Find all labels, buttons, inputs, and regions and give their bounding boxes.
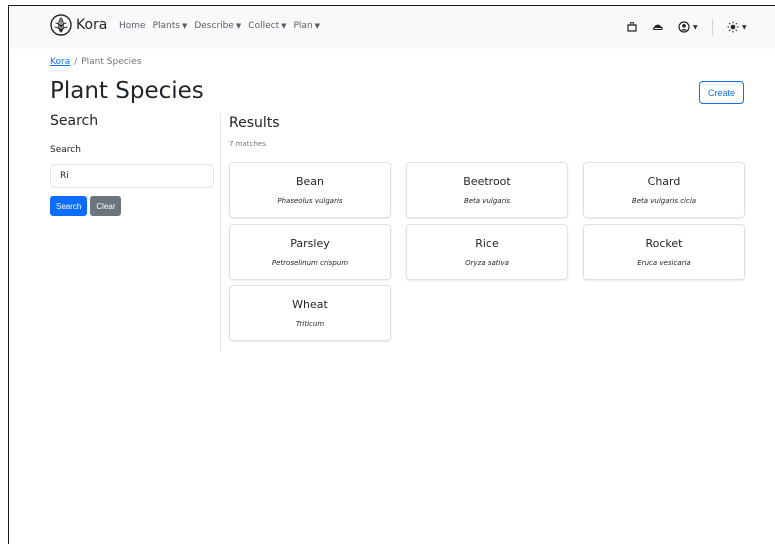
results-heading: Results — [229, 115, 280, 131]
species-latin-name: Beta vulgaris cicla — [631, 197, 697, 205]
species-name: Beetroot — [463, 175, 511, 188]
species-card-wheat[interactable]: Wheat Triticum — [229, 285, 391, 341]
chevron-down-icon: ▼ — [235, 22, 242, 30]
species-card-bean[interactable]: Bean Phaseolus vulgaris — [229, 162, 391, 218]
nav-describe-label: Describe — [194, 21, 234, 31]
match-count: 7 matches. — [229, 140, 268, 148]
nav-plants[interactable]: Plants ▼ — [153, 21, 188, 31]
panel-divider — [220, 114, 221, 352]
page-title: Plant Species — [50, 78, 204, 104]
brand-name: Kora — [76, 17, 108, 33]
user-icon[interactable]: ▼ — [678, 21, 698, 33]
breadcrumb-separator: / — [74, 57, 78, 67]
navbar-actions: ▼ ▼ — [612, 19, 747, 35]
cloud-icon[interactable] — [652, 21, 664, 33]
nav-plants-label: Plants — [152, 21, 180, 31]
species-latin-name: Phaseolus vulgaris — [277, 197, 343, 205]
navbar: Kora Home Plants ▼ Describe ▼ Collect ▼ Pla… — [9, 6, 775, 49]
nav-describe[interactable]: Describe ▼ — [194, 21, 241, 31]
create-button[interactable]: Create — [699, 81, 744, 104]
breadcrumb-root-link[interactable]: Kora — [50, 57, 70, 67]
species-card-chard[interactable]: Chard Beta vulgaris cicla — [583, 162, 745, 218]
nav-plan[interactable]: Plan ▼ — [294, 21, 321, 31]
sun-icon[interactable]: ▼ — [727, 21, 747, 33]
species-name: Bean — [295, 175, 325, 188]
species-latin-name: Oryza sativa — [465, 259, 509, 267]
nav-home[interactable]: Home — [119, 21, 146, 31]
chevron-down-icon: ▼ — [281, 22, 287, 30]
chevron-down-icon: ▼ — [314, 22, 321, 30]
species-name: Parsley — [290, 237, 330, 250]
species-name: Wheat — [292, 298, 328, 311]
navbar-divider — [712, 19, 713, 35]
species-latin-name: Triticum — [295, 320, 325, 328]
nav-plan-label: Plan — [293, 21, 313, 31]
species-card-parsley[interactable]: Parsley Petroselinum crispum — [229, 224, 391, 280]
breadcrumb: Kora / Plant Species — [50, 57, 141, 67]
search-actions: Search Clear — [50, 196, 122, 216]
breadcrumb-current: Plant Species — [81, 57, 142, 67]
species-card-rocket[interactable]: Rocket Eruca vesicaria — [583, 224, 745, 280]
nav-collect-label: Collect — [248, 21, 280, 31]
nav-links: Home Plants ▼ Describe ▼ Collect ▼ Plan ▼ — [119, 21, 327, 31]
species-name: Rice — [475, 237, 499, 250]
search-panel: Search Search Search Clear — [50, 113, 220, 216]
nav-collect[interactable]: Collect ▼ — [248, 21, 286, 31]
species-card-rice[interactable]: Rice Oryza sativa — [406, 224, 568, 280]
species-card-beetroot[interactable]: Beetroot Beta vulgaris — [406, 162, 568, 218]
species-latin-name: Beta vulgaris — [463, 197, 511, 205]
brand[interactable]: Kora — [50, 14, 107, 36]
app-window: Kora Home Plants ▼ Describe ▼ Collect ▼ Pla… — [8, 5, 775, 544]
search-heading: Search — [50, 113, 99, 129]
nav-home-label: Home — [119, 21, 146, 31]
kora-logo-icon — [50, 14, 72, 36]
seed-tray-icon[interactable] — [626, 21, 638, 33]
search-button[interactable]: Search — [50, 196, 88, 216]
chevron-down-icon: ▼ — [693, 23, 698, 31]
search-label: Search — [50, 145, 81, 155]
chevron-down-icon: ▼ — [742, 23, 747, 31]
species-name: Rocket — [645, 237, 683, 250]
species-latin-name: Eruca vesicaria — [637, 259, 691, 267]
species-name: Chard — [647, 175, 681, 188]
species-latin-name: Petroselinum crispum — [271, 259, 349, 267]
clear-button[interactable]: Clear — [90, 196, 122, 216]
search-input[interactable] — [50, 164, 214, 188]
chevron-down-icon: ▼ — [181, 22, 188, 30]
